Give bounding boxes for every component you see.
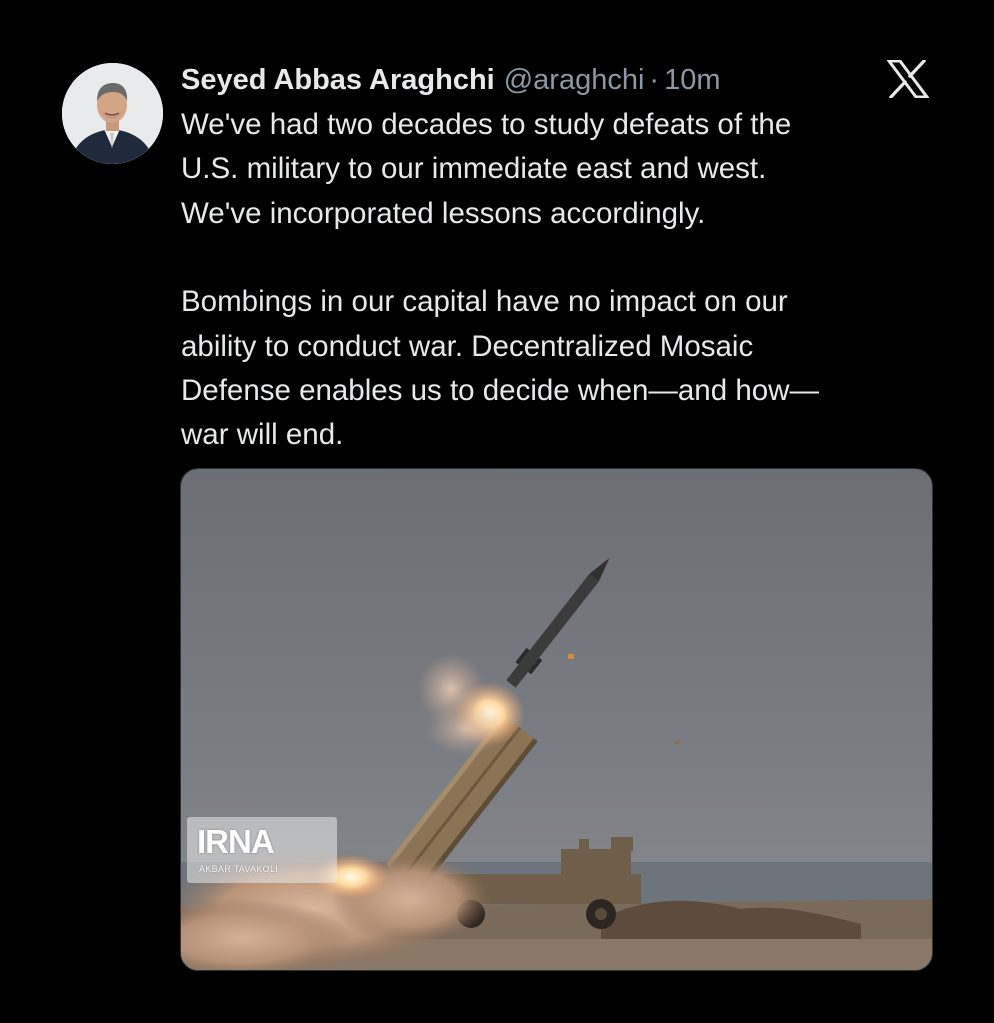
- tweet-paragraph: We've had two decades to study defeats o…: [181, 108, 792, 230]
- separator-dot: ·: [649, 63, 660, 96]
- tweet-paragraph: Bombings in our capital have no impact o…: [181, 285, 819, 452]
- x-logo-icon[interactable]: [886, 58, 930, 100]
- tweet: Seyed Abbas Araghchi @araghchi · 10m We'…: [0, 0, 994, 1023]
- timestamp[interactable]: 10m: [664, 64, 720, 97]
- missile-launch-photo: [181, 469, 932, 970]
- author-handle[interactable]: @araghchi: [504, 64, 645, 97]
- watermark-logo: IRNA: [197, 823, 275, 860]
- watermark-credit: AKBAR TAVAKOLI: [199, 864, 279, 874]
- tweet-header: Seyed Abbas Araghchi @araghchi · 10m: [181, 58, 721, 102]
- avatar[interactable]: [62, 63, 163, 164]
- tweet-media-image[interactable]: IRNA AKBAR TAVAKOLI: [180, 468, 933, 971]
- avatar-image: [62, 63, 163, 164]
- tweet-text: We've had two decades to study defeats o…: [181, 103, 941, 458]
- author-name[interactable]: Seyed Abbas Araghchi: [181, 64, 495, 97]
- irna-watermark: IRNA AKBAR TAVAKOLI: [187, 817, 337, 883]
